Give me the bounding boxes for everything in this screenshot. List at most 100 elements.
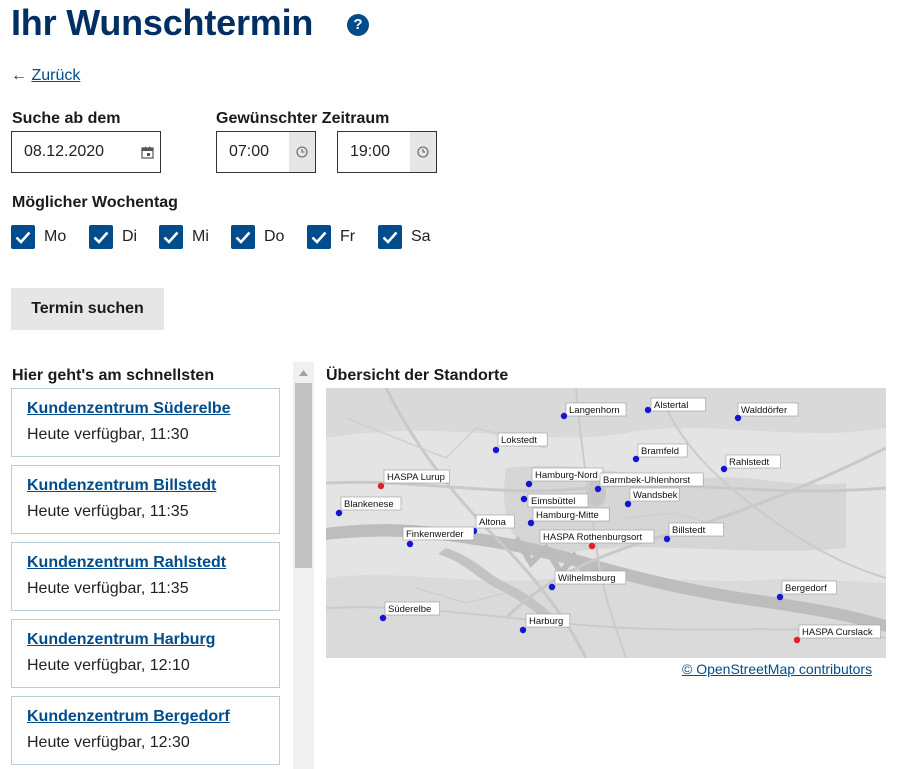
map-location-label: Hamburg-Nord: [535, 470, 598, 481]
map-location-label: Eimsbüttel: [531, 496, 575, 507]
result-card[interactable]: Kundenzentrum Süderelbe Heute verfügbar, …: [11, 388, 280, 457]
weekday-checkbox[interactable]: Do: [231, 224, 284, 250]
time-from-value: 07:00: [229, 143, 270, 160]
checkmark-icon[interactable]: [378, 225, 402, 249]
weekday-label: Mi: [192, 228, 209, 245]
weekday-label: Do: [264, 228, 285, 245]
clock-icon[interactable]: [410, 132, 436, 172]
time-to-input[interactable]: 19:00: [337, 131, 437, 173]
back-link[interactable]: Zurück: [31, 67, 80, 84]
checkmark-icon[interactable]: [231, 225, 255, 249]
search-button[interactable]: Termin suchen: [11, 288, 164, 330]
back-link-row: ← Zurück: [11, 67, 80, 85]
map-location-label: HASPA Rothenburgsort: [543, 532, 642, 543]
checkmark-icon[interactable]: [89, 225, 113, 249]
map-location-label: Finkenwerder: [406, 529, 464, 540]
location-marker-icon[interactable]: [560, 412, 568, 420]
map-location-label: Barmbek-Uhlenhorst: [603, 475, 690, 486]
location-link[interactable]: Kundenzentrum Rahlstedt: [27, 554, 226, 572]
checkmark-icon[interactable]: [307, 225, 331, 249]
clock-icon[interactable]: [289, 132, 315, 172]
map-location-label: HASPA Curslack: [802, 627, 873, 638]
availability-text: Heute verfügbar, 12:10: [27, 657, 190, 674]
weekday-checkbox[interactable]: Mo: [11, 224, 66, 250]
location-marker-icon[interactable]: [776, 593, 784, 601]
location-link[interactable]: Kundenzentrum Bergedorf: [27, 708, 230, 726]
location-link[interactable]: Kundenzentrum Billstedt: [27, 477, 216, 495]
weekday-checkbox[interactable]: Mi: [159, 224, 209, 250]
map-location-label: Wilhelmsburg: [558, 573, 616, 584]
map-location-label: Süderelbe: [388, 604, 431, 615]
location-marker-icon[interactable]: [379, 614, 387, 622]
location-marker-icon[interactable]: [624, 500, 632, 508]
haspa-marker-icon[interactable]: [793, 636, 801, 644]
location-marker-icon[interactable]: [519, 626, 527, 634]
weekday-checkbox[interactable]: Sa: [378, 224, 431, 250]
scroll-up-arrow-icon[interactable]: [293, 362, 314, 383]
weekday-label: Möglicher Wochentag: [12, 194, 178, 211]
date-value: 08.12.2020: [24, 143, 105, 160]
haspa-marker-icon[interactable]: [377, 482, 385, 490]
location-marker-icon[interactable]: [644, 406, 652, 414]
availability-text: Heute verfügbar, 11:35: [27, 580, 189, 597]
location-marker-icon[interactable]: [335, 509, 343, 517]
map-location-label: Bergedorf: [785, 583, 827, 594]
result-card[interactable]: Kundenzentrum Bergedorf Heute verfügbar, …: [11, 696, 280, 765]
weekday-label: Mo: [44, 228, 67, 245]
weekday-label: Fr: [340, 228, 356, 245]
map-location-label: Walddörfer: [741, 405, 787, 416]
availability-text: Heute verfügbar, 12:30: [27, 734, 190, 751]
map-location-label: Langenhorn: [569, 405, 620, 416]
location-marker-icon[interactable]: [406, 540, 414, 548]
scrollbar-thumb[interactable]: [295, 383, 312, 568]
location-marker-icon[interactable]: [663, 535, 671, 543]
location-marker-icon[interactable]: [734, 414, 742, 422]
map-location-label: Lokstedt: [501, 435, 537, 446]
calendar-icon[interactable]: [134, 132, 160, 172]
date-label: Suche ab dem: [12, 110, 121, 127]
location-marker-icon[interactable]: [632, 455, 640, 463]
weekday-checkbox[interactable]: Di: [89, 224, 137, 250]
location-marker-icon[interactable]: [594, 485, 602, 493]
result-card[interactable]: Kundenzentrum Billstedt Heute verfügbar, …: [11, 465, 280, 534]
weekday-label: Sa: [411, 228, 431, 245]
location-marker-icon[interactable]: [527, 519, 535, 527]
map-location-label: Hamburg-Mitte: [536, 510, 599, 521]
weekday-checkbox[interactable]: Fr: [307, 224, 355, 250]
locations-map[interactable]: Langenhorn Alstertal Walddörfer Lokstedt Bra…: [326, 388, 886, 658]
time-to-value: 19:00: [350, 143, 391, 160]
haspa-marker-icon[interactable]: [588, 542, 596, 550]
weekday-label: Di: [122, 228, 138, 245]
osm-attribution-link[interactable]: © OpenStreetMap contributors: [682, 661, 872, 677]
location-link[interactable]: Kundenzentrum Harburg: [27, 631, 215, 649]
map-location-label: Rahlstedt: [729, 457, 769, 468]
date-input[interactable]: 08.12.2020: [11, 131, 161, 173]
result-card[interactable]: Kundenzentrum Harburg Heute verfügbar, 12…: [11, 619, 280, 688]
map-location-label: Billstedt: [672, 525, 706, 536]
time-from-input[interactable]: 07:00: [216, 131, 316, 173]
result-card[interactable]: Kundenzentrum Rahlstedt Heute verfügbar, …: [11, 542, 280, 611]
location-marker-icon[interactable]: [720, 465, 728, 473]
map-location-label: Altona: [479, 517, 507, 528]
location-marker-icon[interactable]: [548, 583, 556, 591]
location-marker-icon[interactable]: [520, 495, 528, 503]
map-location-label: Blankenese: [344, 499, 394, 510]
checkmark-icon[interactable]: [159, 225, 183, 249]
location-marker-icon[interactable]: [492, 446, 500, 454]
map-heading: Übersicht der Standorte: [326, 367, 509, 384]
back-arrow-icon: ←: [11, 67, 27, 84]
location-link[interactable]: Kundenzentrum Süderelbe: [27, 400, 231, 418]
map-location-label: Wandsbek: [633, 490, 678, 501]
availability-text: Heute verfügbar, 11:35: [27, 503, 189, 520]
availability-text: Heute verfügbar, 11:30: [27, 426, 189, 443]
map-location-label: Bramfeld: [641, 446, 679, 457]
page-title: Ihr Wunschtermin: [11, 2, 314, 43]
map-location-label: Alstertal: [654, 400, 688, 411]
location-marker-icon[interactable]: [525, 480, 533, 488]
map-location-label: HASPA Lurup: [387, 472, 445, 483]
time-range-label: Gewünschter Zeitraum: [216, 110, 390, 127]
checkmark-icon[interactable]: [11, 225, 35, 249]
map-location-label: Harburg: [529, 616, 563, 627]
help-icon[interactable]: ?: [347, 14, 369, 36]
results-heading: Hier geht's am schnellsten: [12, 367, 215, 384]
